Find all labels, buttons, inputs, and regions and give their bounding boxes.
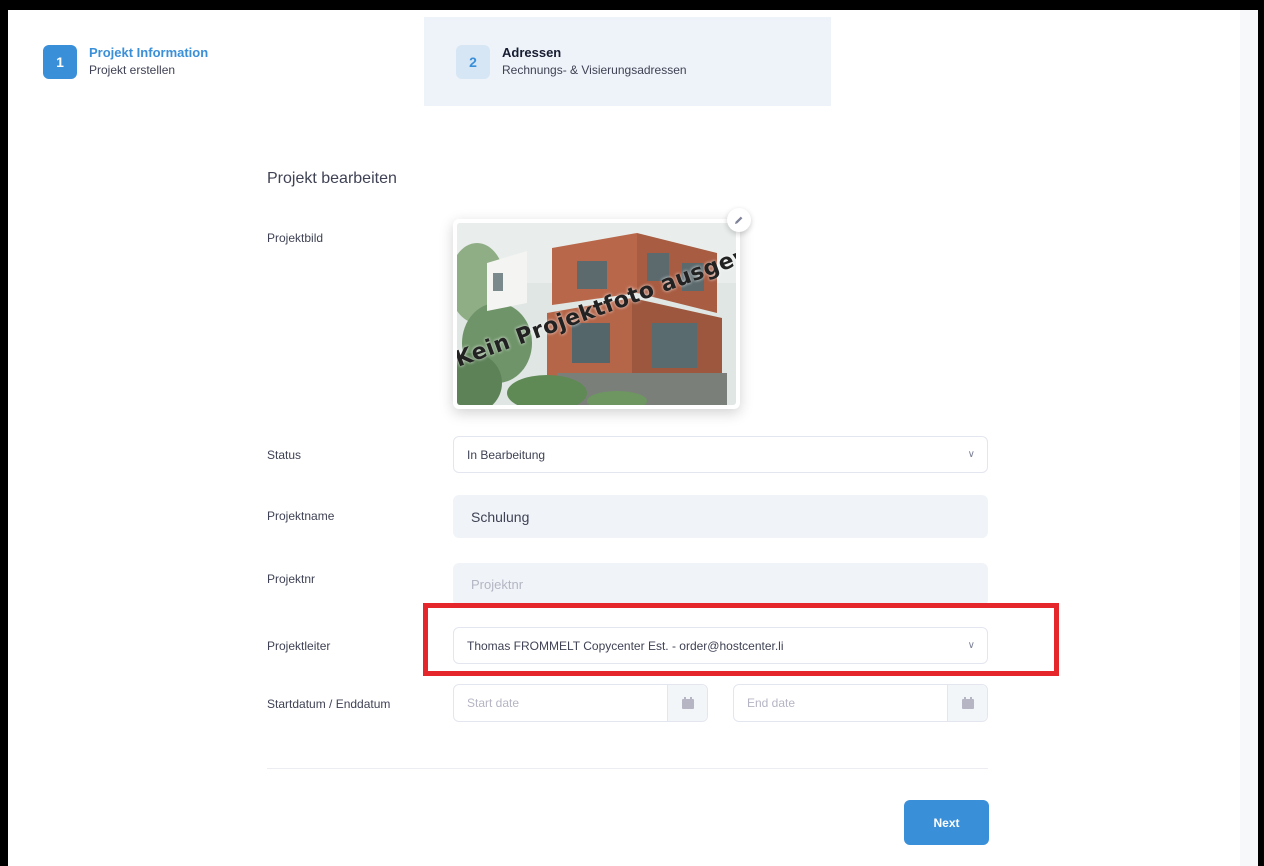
form-title: Projekt bearbeiten <box>267 170 397 187</box>
chevron-down-icon: ∨ <box>967 449 975 460</box>
projektbild-label: Projektbild <box>267 231 324 245</box>
pencil-icon[interactable] <box>727 208 751 232</box>
start-date-field[interactable]: Start date <box>453 684 708 722</box>
status-select[interactable]: In Bearbeitung ∨ <box>453 436 988 473</box>
scrollbar-track[interactable] <box>1240 10 1258 866</box>
projektname-input[interactable]: Schulung <box>453 495 988 538</box>
end-date-field[interactable]: End date <box>733 684 988 722</box>
project-image-placeholder: Kein Projektfoto ausgewählt <box>457 223 736 405</box>
calendar-icon[interactable] <box>667 685 707 721</box>
step-subtitle: Rechnungs- & Visierungsadressen <box>502 63 687 77</box>
step-title: Projekt Information <box>89 45 209 60</box>
step-adressen[interactable]: 2 Adressen Rechnungs- & Visierungsadress… <box>424 17 831 106</box>
status-label: Status <box>267 448 302 462</box>
highlight-box <box>423 603 1059 676</box>
window-frame <box>0 0 1264 866</box>
dates-label: Startdatum / Enddatum <box>267 697 391 711</box>
projektname-label: Projektname <box>267 509 335 523</box>
project-image[interactable]: Kein Projektfoto ausgewählt <box>453 208 751 409</box>
step-number: 1 <box>43 45 77 79</box>
calendar-icon[interactable] <box>947 685 987 721</box>
next-button[interactable]: Next <box>904 800 989 845</box>
step-subtitle: Projekt erstellen <box>89 63 176 77</box>
step-title: Adressen <box>502 45 562 60</box>
status-value: In Bearbeitung <box>467 447 546 462</box>
step-projekt-information[interactable]: 1 Projekt Information Projekt erstellen <box>43 45 208 79</box>
start-date-input[interactable]: Start date <box>454 685 667 721</box>
end-date-input[interactable]: End date <box>734 685 947 721</box>
projektleiter-label: Projektleiter <box>267 639 331 653</box>
projektnr-input[interactable]: Projektnr <box>453 563 988 606</box>
divider <box>267 768 988 769</box>
projektnr-label: Projektnr <box>267 572 316 586</box>
step-number: 2 <box>456 45 490 79</box>
